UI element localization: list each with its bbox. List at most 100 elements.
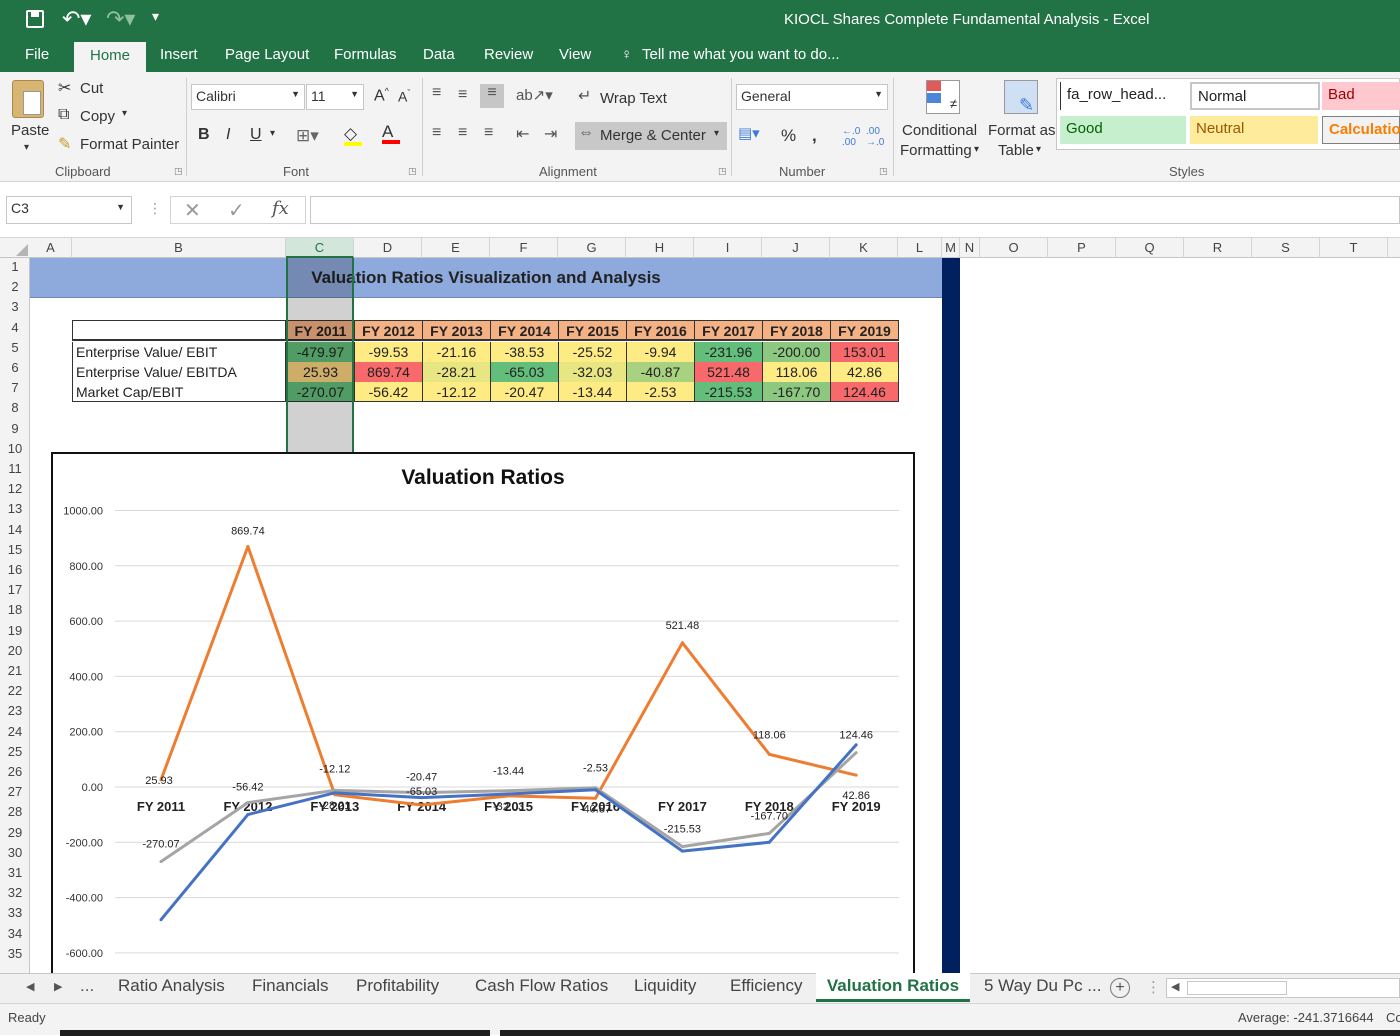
column-header[interactable]: N bbox=[960, 238, 980, 258]
table-header-cell[interactable]: FY 2013 bbox=[422, 320, 491, 341]
redo-icon[interactable]: ↷▾ bbox=[106, 6, 135, 32]
table-cell[interactable]: -99.53 bbox=[354, 342, 423, 362]
row-header[interactable]: 12 bbox=[0, 481, 30, 496]
data-point[interactable] bbox=[767, 831, 771, 835]
row-header[interactable]: 2 bbox=[0, 279, 30, 294]
select-all-icon[interactable] bbox=[0, 238, 30, 258]
italic-button[interactable]: I bbox=[226, 126, 230, 144]
customize-qat-icon[interactable]: ▾ bbox=[152, 8, 159, 25]
table-row-label[interactable]: Enterprise Value/ EBIT bbox=[72, 342, 286, 362]
table-cell[interactable]: -21.16 bbox=[422, 342, 491, 362]
tab-home[interactable]: Home bbox=[74, 42, 146, 72]
increase-indent-icon[interactable]: ⇥ bbox=[544, 124, 557, 144]
conditional-formatting-button[interactable]: Conditional bbox=[902, 122, 977, 139]
row-header[interactable]: 28 bbox=[0, 804, 30, 819]
clipboard-launcher-icon[interactable]: ◳ bbox=[174, 166, 183, 177]
row-header[interactable]: 25 bbox=[0, 744, 30, 759]
cut-button[interactable]: Cut bbox=[80, 80, 103, 97]
column-header[interactable]: E bbox=[422, 238, 490, 258]
row-header[interactable]: 7 bbox=[0, 380, 30, 395]
table-cell[interactable]: 521.48 bbox=[694, 362, 763, 382]
font-launcher-icon[interactable]: ◳ bbox=[408, 166, 417, 177]
data-point[interactable] bbox=[680, 849, 684, 853]
table-cell[interactable]: -40.87 bbox=[626, 362, 695, 382]
column-header[interactable]: G bbox=[558, 238, 626, 258]
data-point[interactable] bbox=[854, 773, 858, 777]
table-cell[interactable]: -25.52 bbox=[558, 342, 627, 362]
row-header[interactable]: 9 bbox=[0, 421, 30, 436]
tab-file[interactable]: File bbox=[25, 46, 49, 63]
table-cell[interactable]: -20.47 bbox=[490, 382, 559, 402]
table-cell[interactable]: -2.53 bbox=[626, 382, 695, 402]
new-sheet-icon[interactable]: + bbox=[1110, 978, 1130, 998]
row-header[interactable]: 32 bbox=[0, 885, 30, 900]
data-point[interactable] bbox=[594, 796, 597, 800]
style-good[interactable]: Good bbox=[1060, 116, 1186, 144]
table-cell[interactable]: 118.06 bbox=[762, 362, 831, 382]
data-point[interactable] bbox=[767, 752, 771, 756]
align-bottom-icon[interactable]: ≡ bbox=[480, 84, 504, 108]
tab-insert[interactable]: Insert bbox=[160, 46, 198, 63]
cancel-formula-icon[interactable]: ✕ bbox=[184, 198, 201, 223]
table-header-cell[interactable]: FY 2018 bbox=[762, 320, 831, 341]
align-left-icon[interactable]: ≡ bbox=[432, 124, 441, 142]
data-point[interactable] bbox=[333, 791, 337, 795]
formula-input[interactable] bbox=[310, 196, 1400, 224]
align-top-icon[interactable]: ≡ bbox=[432, 84, 441, 102]
table-header-cell[interactable]: FY 2012 bbox=[354, 320, 423, 341]
table-cell[interactable]: -9.94 bbox=[626, 342, 695, 362]
table-cell[interactable]: -231.96 bbox=[694, 342, 763, 362]
data-point[interactable] bbox=[246, 801, 250, 805]
bold-button[interactable]: B bbox=[198, 126, 210, 144]
horizontal-scrollbar[interactable]: ◀ bbox=[1166, 978, 1400, 998]
column-header[interactable]: A bbox=[30, 238, 72, 258]
row-header[interactable]: 22 bbox=[0, 683, 30, 698]
row-header[interactable]: 23 bbox=[0, 703, 30, 718]
data-point[interactable] bbox=[854, 751, 858, 755]
style-neutral[interactable]: Neutral bbox=[1190, 116, 1318, 144]
style-calculation[interactable]: Calculatio bbox=[1322, 116, 1400, 144]
decrease-decimal-icon[interactable]: .00 →.0 bbox=[866, 126, 884, 148]
row-header[interactable]: 8 bbox=[0, 400, 30, 415]
table-cell[interactable]: -12.12 bbox=[422, 382, 491, 402]
data-point[interactable] bbox=[246, 545, 250, 549]
row-header[interactable]: 19 bbox=[0, 623, 30, 638]
copy-button[interactable]: Copy bbox=[80, 108, 115, 125]
tab-splitter-icon[interactable]: ⋮ bbox=[1146, 978, 1161, 996]
column-header[interactable]: J bbox=[762, 238, 830, 258]
style-bad[interactable]: Bad bbox=[1322, 82, 1400, 110]
more-sheets-icon[interactable]: ... bbox=[80, 976, 94, 996]
number-launcher-icon[interactable]: ◳ bbox=[879, 166, 888, 177]
column-header[interactable]: R bbox=[1184, 238, 1252, 258]
column-header[interactable]: B bbox=[72, 238, 286, 258]
tab-formulas[interactable]: Formulas bbox=[334, 46, 397, 63]
undo-icon[interactable]: ↶▾ bbox=[62, 6, 91, 32]
table-cell[interactable]: -13.44 bbox=[558, 382, 627, 402]
table-cell[interactable]: -56.42 bbox=[354, 382, 423, 402]
row-header[interactable]: 34 bbox=[0, 926, 30, 941]
tab-review[interactable]: Review bbox=[484, 46, 533, 63]
scroll-last-sheet-icon[interactable]: ▶ bbox=[54, 980, 62, 993]
data-point[interactable] bbox=[767, 840, 771, 844]
column-header[interactable]: H bbox=[626, 238, 694, 258]
data-point[interactable] bbox=[159, 860, 163, 864]
format-as-table-button[interactable]: Format as bbox=[988, 122, 1056, 139]
align-center-icon[interactable]: ≡ bbox=[458, 124, 467, 142]
row-header[interactable]: 15 bbox=[0, 542, 30, 557]
row-header[interactable]: 30 bbox=[0, 845, 30, 860]
data-point[interactable] bbox=[594, 788, 597, 792]
grow-font-icon[interactable]: A^ bbox=[374, 86, 389, 105]
table-cell[interactable]: 124.46 bbox=[830, 382, 899, 402]
row-header[interactable]: 18 bbox=[0, 602, 30, 617]
table-header-cell[interactable]: FY 2017 bbox=[694, 320, 763, 341]
row-header[interactable]: 17 bbox=[0, 582, 30, 597]
table-cell[interactable]: 153.01 bbox=[830, 342, 899, 362]
font-name-select[interactable]: Calibri ▼ bbox=[191, 84, 305, 110]
font-size-select[interactable]: 11 ▼ bbox=[306, 84, 364, 110]
row-header[interactable]: 11 bbox=[0, 461, 30, 476]
data-point[interactable] bbox=[854, 743, 858, 747]
column-header[interactable]: K bbox=[830, 238, 898, 258]
sheet-tab[interactable]: Efficiency bbox=[730, 976, 802, 996]
format-painter-button[interactable]: Format Painter bbox=[80, 136, 179, 153]
row-header[interactable]: 24 bbox=[0, 724, 30, 739]
